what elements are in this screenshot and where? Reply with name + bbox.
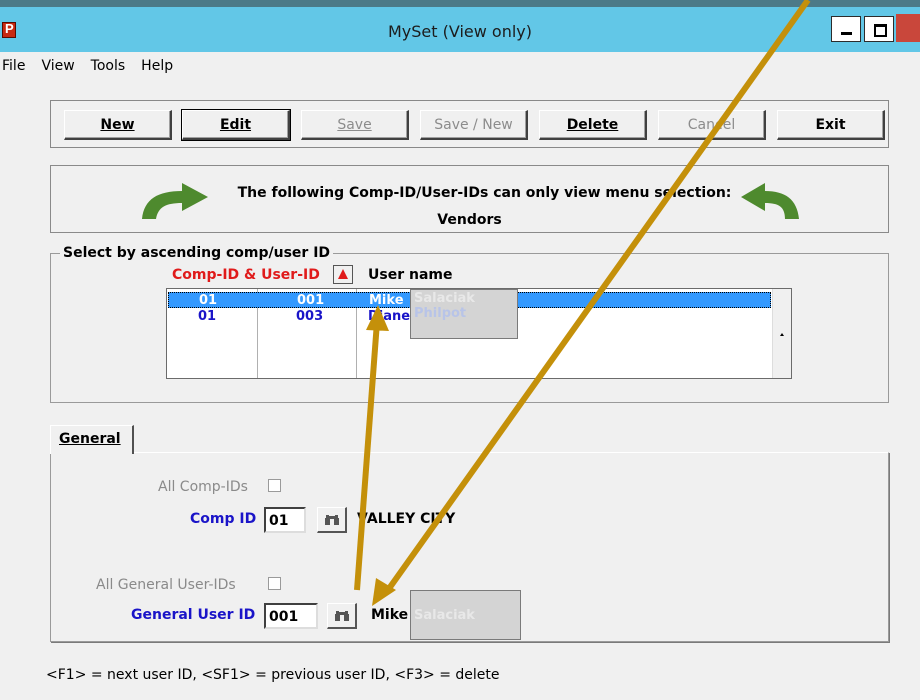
edit-button[interactable]: Edit [181,109,291,141]
list-scrollbar[interactable] [772,289,791,378]
row-user-name: Mike [369,293,404,308]
column-header-user-name[interactable]: User name [368,267,452,283]
redacted-surname: Salaciak [414,291,475,306]
row-user-id: 003 [296,309,324,324]
all-general-user-ids-label: All General User-IDs [96,577,236,593]
comp-id-field[interactable]: 01 [264,507,306,533]
minimize-icon[interactable] [831,16,861,42]
window-title: MySet (View only) [387,22,532,41]
delete-button[interactable]: Delete [539,110,647,140]
user-id-lookup-button[interactable] [327,603,357,629]
redaction-box: Salaciak [410,590,521,640]
redacted-surname: Philpot [414,306,467,321]
comp-name: VALLEY CITY [357,511,456,527]
save-new-button[interactable]: Save / New [420,110,528,140]
status-hint: <F1> = next user ID, <SF1> = previous us… [46,667,500,683]
toolbar: New Edit Save Save / New Delete Cancel E… [50,100,889,148]
all-general-user-ids-checkbox[interactable] [268,577,281,590]
edit-button-label: Edit [219,116,252,133]
close-button[interactable] [896,14,920,42]
binoculars-icon [335,611,349,621]
cancel-button[interactable]: Cancel [658,110,766,140]
exit-button[interactable]: Exit [777,110,885,140]
green-curved-arrow-icon [142,183,208,219]
comp-id-lookup-button[interactable] [317,507,347,533]
maximize-icon[interactable] [864,16,894,42]
menu-bar: File View Tools Help [0,55,181,79]
sort-ascending-icon[interactable] [333,265,353,284]
general-user-id-field[interactable]: 001 [264,603,318,629]
comp-id-label: Comp ID [190,511,257,527]
row-comp-id: 01 [198,309,217,324]
delete-button-label: Delete [566,116,619,133]
groupbox-title: Select by ascending comp/user ID [60,245,334,261]
green-curved-arrow-icon [741,183,799,219]
cancel-button-label: Cancel [687,116,736,133]
general-user-id-label: General User ID [131,607,256,623]
menu-help[interactable]: Help [139,55,181,79]
exit-button-label: Exit [815,116,846,133]
app-window: P MySet (View only) File View Tools Help… [0,0,920,700]
row-comp-id: 01 [199,293,218,308]
all-comp-ids-label: All Comp-IDs [158,479,248,495]
save-button[interactable]: Save [301,110,409,140]
all-comp-ids-checkbox[interactable] [268,479,281,492]
user-name-display: Mike [371,607,409,623]
row-user-name: Diane [368,309,411,324]
save-button-label: Save [337,116,372,133]
top-edge-strip [0,0,920,7]
menu-view[interactable]: View [39,55,82,79]
binoculars-icon [325,515,339,525]
new-button-label: New [100,116,135,133]
column-header-comp-user[interactable]: Comp-ID & User-ID [172,267,320,283]
menu-file[interactable]: File [0,55,33,79]
redaction-box: Salaciak Philpot [410,289,518,339]
tab-general[interactable]: General [50,425,134,454]
scroll-up-icon[interactable] [780,333,784,336]
row-user-id: 001 [297,293,325,308]
menu-tools[interactable]: Tools [89,55,134,79]
redacted-surname: Salaciak [414,608,475,623]
new-button[interactable]: New [64,110,172,140]
save-new-button-label: Save / New [434,116,513,133]
